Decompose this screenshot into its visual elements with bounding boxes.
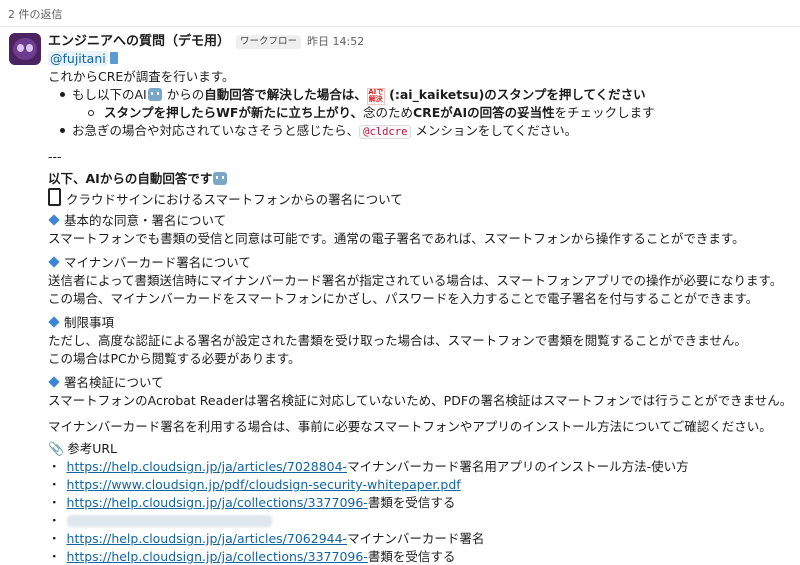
reference-header: 📎 参考URL [48, 441, 117, 457]
workflow-badge: ワークフロー [236, 35, 302, 49]
section-text: スマートフォンのAcrobat Readerは署名検証に対応していないため、PD… [48, 393, 793, 408]
sender-name[interactable]: エンジニアへの質問（デモ用） [48, 34, 230, 49]
section-title: 基本的な同意・署名について [48, 212, 226, 229]
mention-emoji-icon [109, 52, 118, 64]
section-text: スマートフォンでも書類の受信と同意は可能です。通常の電子署名であれば、スマートフ… [48, 231, 745, 246]
reference-item: ・ https://help.cloudsign.jp/ja/collection… [48, 549, 456, 564]
sub-bullet: スタンプを押したらWFが新たに立ち上がり、念のためCREがAIの回答の妥当性をチ… [104, 105, 655, 120]
closing-text: マイナンバーカード署名を利用する場合は、事前に必要なスマートフォンやアプリのイン… [48, 419, 772, 434]
section-title: 制限事項 [48, 314, 114, 331]
thread-header: 2 件の返信 [0, 0, 800, 27]
redacted-link[interactable] [66, 515, 272, 527]
section-text: 送信者によって書類送信時にマイナンバーカード署名が指定されている場合は、スマート… [48, 273, 783, 288]
avatar-eye-right [26, 44, 33, 52]
avatar[interactable] [9, 33, 41, 65]
divider-text: --- [48, 149, 62, 164]
blue-diamond-icon [48, 376, 60, 388]
paperclip-icon: 📎 [48, 442, 65, 457]
bullet-dot [60, 128, 65, 133]
robot-icon [213, 172, 228, 185]
reference-item: ・ https://help.cloudsign.jp/ja/articles/7… [48, 459, 689, 474]
timestamp[interactable]: 昨日 14:52 [307, 35, 364, 48]
bullet-dot [60, 92, 65, 97]
mobile-phone-icon [48, 188, 61, 206]
ai-answer-header: 以下、AIからの自動回答です [48, 170, 228, 187]
reference-link[interactable]: https://help.cloudsign.jp/ja/articles/70… [67, 459, 348, 474]
cldcre-mention-code[interactable]: @cldcre [359, 125, 412, 139]
topic-line: クラウドサインにおけるスマートフォンからの署名について [48, 188, 403, 208]
reference-item: ・ [48, 512, 272, 529]
reference-item: ・ https://help.cloudsign.jp/ja/articles/7… [48, 531, 485, 546]
blue-diamond-icon [48, 256, 60, 268]
bullet-2: お急ぎの場合や対応されていなさそうと感じたら、 @cldcre メンションをしてく… [72, 123, 578, 139]
section-title: マイナンバーカード署名について [48, 254, 251, 271]
section-text: ただし、高度な認証による署名が設定された書類を受け取った場合は、スマートフォンで… [48, 333, 747, 348]
section-text: この場合、マイナンバーカードをスマートフォンにかざし、パスワードを入力することで… [48, 291, 759, 306]
blue-diamond-icon [48, 316, 60, 328]
bullet-1: もし以下のAI からの自動回答で解決した場合は、AIで 解決 (:ai_kaike… [72, 87, 646, 105]
mention-line: @fujitani [48, 50, 118, 67]
section-text: この場合はPCから閲覧する必要があります。 [48, 351, 301, 366]
ai-kaiketsu-stamp-icon: AIで 解決 [366, 88, 385, 105]
reply-count[interactable]: 2 件の返信 [8, 6, 63, 22]
avatar-eye-left [17, 44, 24, 52]
reference-item: ・ https://www.cloudsign.jp/pdf/cloudsign-… [48, 477, 461, 492]
reference-item: ・ https://help.cloudsign.jp/ja/collection… [48, 495, 456, 510]
blue-diamond-icon [48, 214, 60, 226]
reference-link[interactable]: https://help.cloudsign.jp/ja/collections… [67, 495, 368, 510]
user-mention[interactable]: @fujitani [48, 51, 108, 66]
reference-link[interactable]: https://help.cloudsign.jp/ja/collections… [67, 549, 368, 564]
message-header: エンジニアへの質問（デモ用） ワークフロー 昨日 14:52 [48, 32, 364, 50]
section-title: 署名検証について [48, 374, 164, 391]
sub-bullet-circle [88, 110, 94, 116]
intro-text: これからCREが調査を行います。 [48, 69, 235, 84]
reference-link[interactable]: https://www.cloudsign.jp/pdf/cloudsign-s… [67, 477, 461, 492]
robot-icon [147, 88, 162, 101]
reference-link[interactable]: https://help.cloudsign.jp/ja/articles/70… [67, 531, 348, 546]
